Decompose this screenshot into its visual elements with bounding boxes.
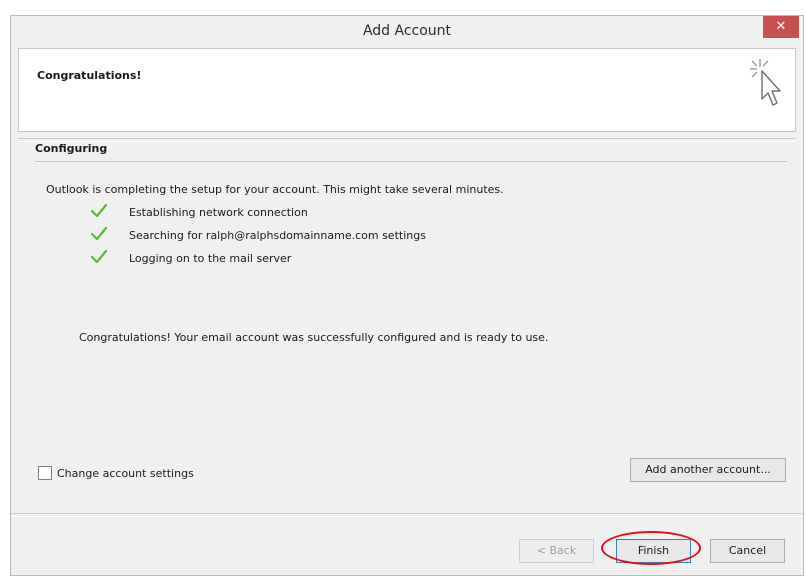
dialog-title: Add Account xyxy=(362,23,452,39)
success-message: Congratulations! Your email account was … xyxy=(79,331,549,344)
back-button[interactable]: < Back xyxy=(519,539,594,563)
section-divider xyxy=(35,161,787,162)
add-account-dialog: Add Account ✕ Congratulations! Configuri… xyxy=(10,15,804,576)
change-settings-checkbox[interactable] xyxy=(38,466,52,480)
intro-text: Outlook is completing the setup for your… xyxy=(46,183,504,196)
step-label: Establishing network connection xyxy=(129,206,308,219)
change-settings-label[interactable]: Change account settings xyxy=(57,467,194,480)
cursor-sparkle-icon xyxy=(750,59,781,106)
check-icon xyxy=(91,250,107,264)
header-title: Congratulations! xyxy=(37,69,142,82)
step-label: Logging on to the mail server xyxy=(129,252,292,265)
close-button[interactable]: ✕ xyxy=(763,16,799,38)
title-bar[interactable]: Add Account ✕ xyxy=(11,16,803,48)
wizard-header: Congratulations! xyxy=(18,48,796,132)
footer-divider xyxy=(11,513,803,517)
add-another-account-button[interactable]: Add another account... xyxy=(630,458,786,482)
step-label: Searching for ralph@ralphsdomainname.com… xyxy=(129,229,426,242)
close-icon: ✕ xyxy=(775,19,787,34)
finish-button[interactable]: Finish xyxy=(616,539,691,563)
header-divider xyxy=(18,138,796,142)
section-title: Configuring xyxy=(35,142,108,155)
check-icon xyxy=(91,227,107,241)
check-icon xyxy=(91,204,107,218)
cancel-button[interactable]: Cancel xyxy=(710,539,785,563)
